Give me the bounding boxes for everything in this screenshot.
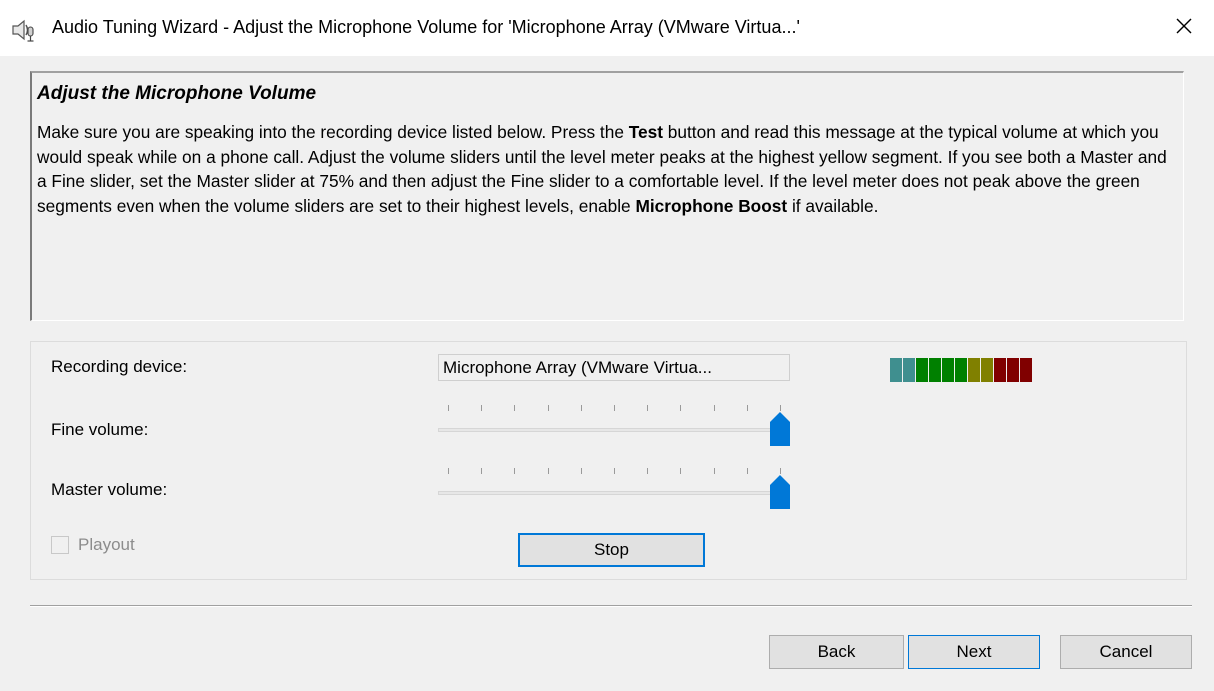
recording-device-field: Microphone Array (VMware Virtua... <box>438 354 790 381</box>
slider-tick <box>780 405 781 411</box>
recording-device-label: Recording device: <box>51 357 188 376</box>
instructions-text-part: Make sure you are speaking into the reco… <box>37 122 629 142</box>
stop-button[interactable]: Stop <box>518 533 705 567</box>
master-volume-slider[interactable] <box>438 465 790 515</box>
slider-tick <box>647 405 649 411</box>
level-meter-segment <box>929 358 941 382</box>
slider-thumb[interactable] <box>770 475 790 509</box>
slider-tick <box>680 405 682 411</box>
instructions-bold-boost: Microphone Boost <box>635 195 788 216</box>
slider-tick <box>713 468 715 474</box>
slider-track <box>438 491 782 495</box>
level-meter-segment <box>1007 358 1019 382</box>
playout-checkbox[interactable] <box>51 536 69 554</box>
close-button[interactable] <box>1154 0 1214 56</box>
level-meter-segment <box>981 358 993 382</box>
level-meter <box>890 358 1033 382</box>
level-meter-segment <box>942 358 954 382</box>
separator <box>30 605 1192 607</box>
speaker-microphone-icon <box>10 17 36 43</box>
slider-tick <box>580 405 582 411</box>
slider-tick <box>481 405 483 411</box>
slider-tick <box>647 468 649 474</box>
next-button[interactable]: Next <box>908 635 1040 669</box>
fine-volume-label: Fine volume: <box>51 420 149 439</box>
slider-ticks <box>438 465 790 477</box>
slider-tick <box>514 405 516 411</box>
slider-tick <box>514 468 516 474</box>
level-meter-segment <box>903 358 915 382</box>
level-meter-segment <box>1020 358 1032 382</box>
slider-tick <box>547 405 549 411</box>
instructions-bold-test: Test <box>628 122 663 142</box>
level-meter-segment <box>994 358 1006 382</box>
slider-tick <box>580 468 582 474</box>
slider-tick <box>614 405 615 411</box>
slider-tick <box>746 405 748 411</box>
level-meter-segment <box>968 358 980 382</box>
slider-tick <box>680 468 682 474</box>
level-meter-segment <box>955 358 967 382</box>
slider-ticks <box>438 402 790 414</box>
cancel-button[interactable]: Cancel <box>1060 635 1192 669</box>
slider-tick <box>547 468 549 474</box>
slider-tick <box>746 468 748 474</box>
slider-tick <box>614 468 615 474</box>
instructions-panel: Adjust the Microphone Volume Make sure y… <box>30 71 1184 321</box>
fine-volume-slider[interactable] <box>438 402 790 452</box>
slider-tick <box>448 405 449 411</box>
slider-thumb[interactable] <box>770 412 790 446</box>
slider-track <box>438 428 782 432</box>
slider-tick <box>481 468 483 474</box>
back-button[interactable]: Back <box>769 635 904 669</box>
instructions-heading: Adjust the Microphone Volume <box>37 83 317 104</box>
close-icon <box>1175 17 1193 40</box>
master-volume-label: Master volume: <box>51 480 168 499</box>
slider-tick <box>713 405 715 411</box>
playout-option[interactable]: Playout <box>51 535 135 555</box>
slider-tick <box>448 468 449 474</box>
playout-label: Playout <box>78 535 135 554</box>
instructions-text-part: if available. <box>787 195 879 216</box>
instructions-text: Make sure you are speaking into the reco… <box>37 120 1177 218</box>
slider-tick <box>780 468 781 474</box>
window-title: Audio Tuning Wizard - Adjust the Microph… <box>52 17 800 37</box>
title-bar: Audio Tuning Wizard - Adjust the Microph… <box>0 0 1214 56</box>
level-meter-segment <box>916 358 928 382</box>
level-meter-segment <box>890 358 902 382</box>
